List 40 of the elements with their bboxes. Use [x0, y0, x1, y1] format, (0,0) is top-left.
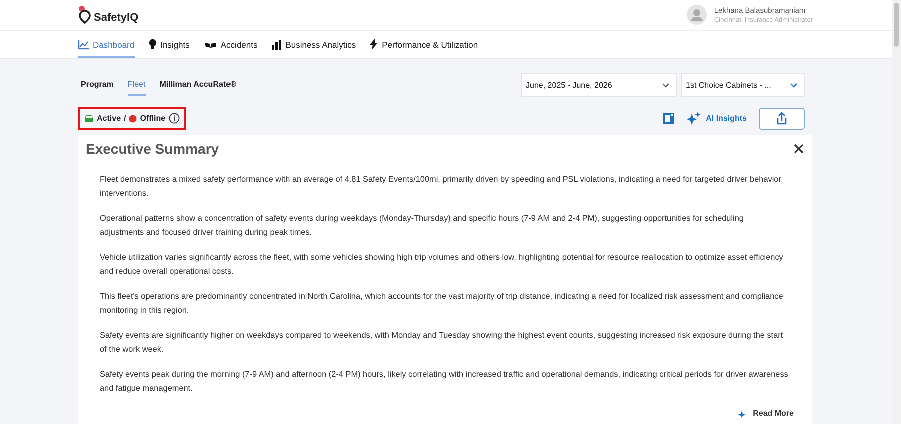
expand-icon[interactable] — [663, 113, 674, 124]
share-icon — [776, 112, 788, 125]
lightbulb-icon — [148, 39, 157, 50]
summary-paragraph: Vehicle utilization varies significantly across the fleet, with some vehicles showing high trip volumes and others low, highlighting potential for resource reallocation to optimize asset efficiency and reduce overall operational costs. — [100, 252, 784, 278]
brand-name: SafetyIQ — [94, 12, 139, 24]
summary-paragraph: Operational patterns show a concentration of safety events during weekdays (Monday-Thursday) and specific hours (7-9 AM and 2-4 PM), suggesting opportunities for scheduling adjustments and focused driver training during peak times. — [100, 213, 745, 239]
summary-paragraph: This fleet's operations are predominantly concentrated in North Carolina, which accounts for the vast majority of trip distance, indicating a need for localized risk assessment and compliance monitoring in this region. — [100, 291, 784, 317]
nav-tab[interactable]: Dashboard — [78, 31, 135, 58]
filter-dropdown[interactable]: 1st Choice Cabinets - ... — [681, 73, 805, 97]
info-icon — [168, 113, 180, 124]
offline-label: Offline — [140, 114, 166, 123]
summary-paragraph: Safety events peak during the morning (7-9 AM) and afternoon (2-4 PM) hours, likely correlating with increased traffic and operational demands, indicating critical periods for driver awareness and fatigue management. — [100, 369, 790, 395]
bar-chart-icon — [272, 40, 282, 50]
logo-icon — [78, 6, 92, 24]
nav-tab[interactable]: Business Analytics — [272, 31, 356, 58]
summary-paragraph: Fleet demonstrates a mixed safety performance with an average of 4.81 Safety Events/100mi, primarily driven by speeding and PSL violations, indicating a need for targeted driver behavior interventions. — [100, 174, 782, 200]
avatar-icon — [687, 5, 708, 25]
scrollbar[interactable] — [892, 0, 901, 424]
chevron-down-icon — [790, 82, 798, 88]
line-chart-icon — [78, 40, 89, 50]
share-button[interactable] — [759, 108, 805, 130]
summary-paragraph: Safety events are significantly higher on weekdays compared to weekends, with Monday and Tuesday showing the highest event counts, suggesting increased risk exposure during the start of the work week. — [100, 330, 784, 356]
active-label: Active — [97, 114, 122, 123]
separator-label: / — [124, 114, 126, 123]
sparkle-icon — [686, 112, 702, 126]
car-icon — [84, 114, 94, 123]
nav-tab[interactable]: Performance & Utilization — [370, 31, 478, 58]
nav-tab[interactable]: Accidents — [204, 31, 258, 58]
chevron-down-icon — [662, 82, 670, 88]
ai-insights-button[interactable]: AI Insights — [686, 112, 747, 126]
lightning-icon — [370, 39, 378, 50]
close-icon[interactable] — [794, 144, 804, 154]
read-more-link[interactable]: Read More — [738, 409, 794, 418]
sub-tab[interactable]: Milliman AccuRate® — [160, 74, 236, 96]
card-title: Executive Summary — [86, 141, 220, 157]
offline-dot-icon — [129, 114, 138, 122]
filter-dropdown[interactable]: June, 2025 - June, 2026 — [521, 73, 677, 97]
sub-tab[interactable]: Fleet — [128, 74, 146, 96]
nav-tab[interactable]: Insights — [148, 31, 190, 58]
sub-tab[interactable]: Program — [81, 74, 114, 96]
